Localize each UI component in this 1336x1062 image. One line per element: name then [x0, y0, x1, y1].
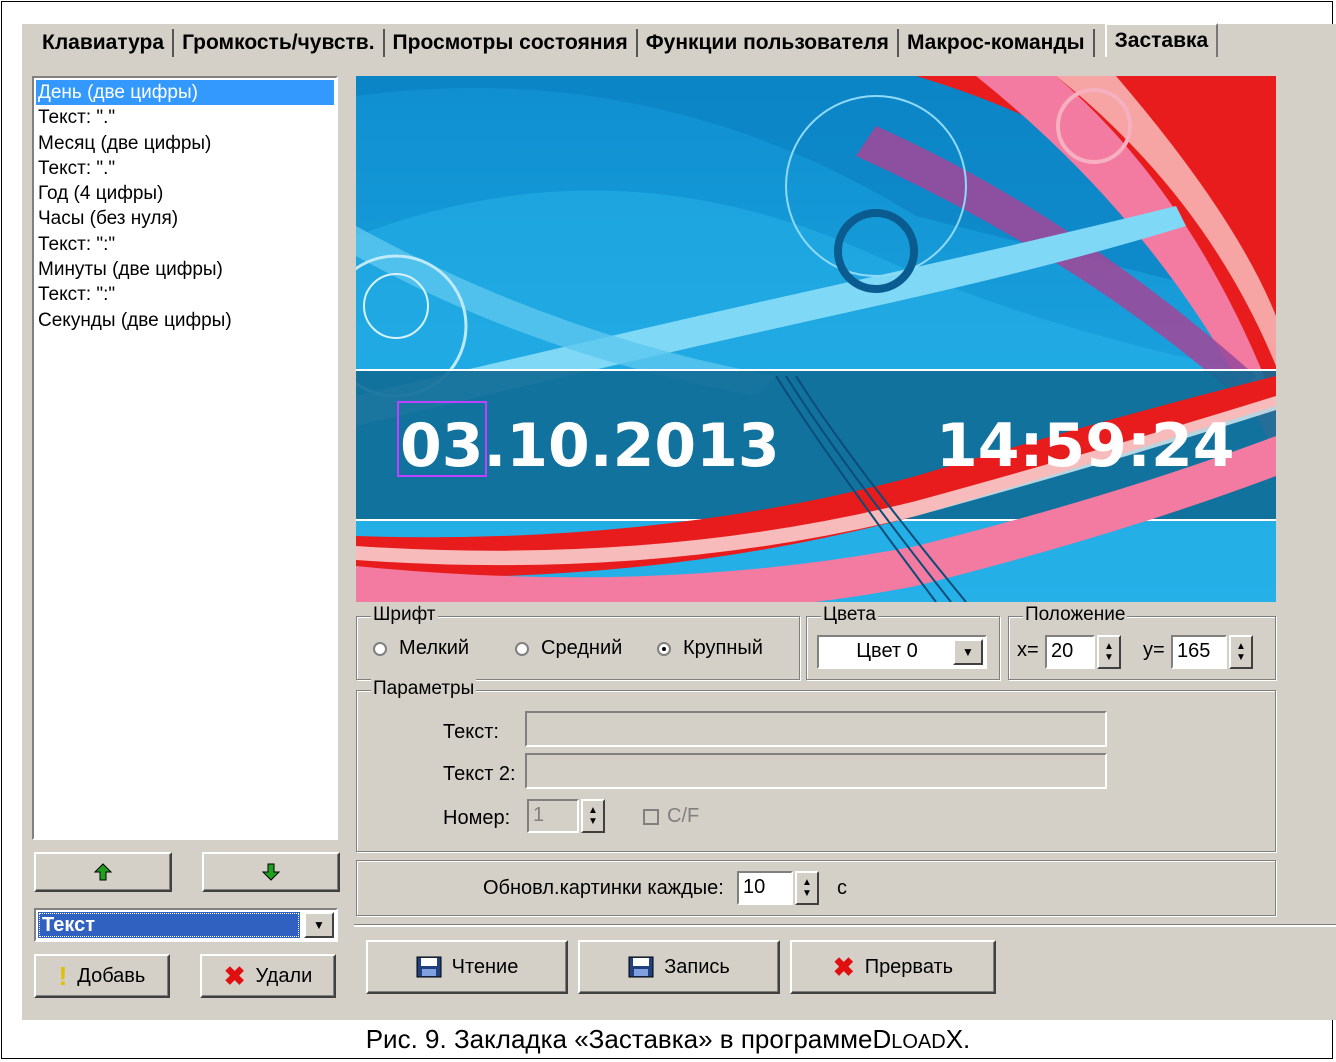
element-type-value: Текст — [38, 912, 300, 938]
delete-button-label: Удали — [255, 964, 313, 987]
caption-d: D — [872, 1024, 892, 1054]
element-type-select[interactable]: Текст ▼ — [34, 908, 338, 942]
preview-date: 03.10.2013 — [400, 411, 780, 481]
number-label: Номер: — [443, 807, 511, 829]
list-item[interactable]: Минуты (две цифры) — [36, 257, 334, 282]
abort-button-label: Прервать — [864, 955, 954, 978]
position-group: Положение x= 20 ▲ ▼ y= 165 ▲ ▼ — [1008, 604, 1276, 680]
number-input[interactable]: 1 — [527, 799, 579, 833]
text2-input[interactable] — [525, 753, 1107, 789]
list-item[interactable]: Часы (без нуля) — [36, 206, 334, 231]
position-group-label: Положение — [1023, 604, 1128, 626]
close-icon: ✖ — [223, 960, 246, 991]
font-small-label: Мелкий — [399, 637, 470, 659]
close-icon: ✖ — [832, 951, 855, 982]
refresh-unit: с — [837, 877, 847, 899]
add-button[interactable]: ! Добавь — [34, 954, 170, 998]
refresh-group: Обновл.картинки каждые: 10 ▲ ▼ с — [356, 860, 1276, 916]
figure-caption: Рис. 9. Закладка «Заставка» в программеD… — [0, 1024, 1336, 1055]
list-item[interactable]: Текст: "." — [36, 105, 334, 130]
list-item[interactable]: Секунды (две цифры) — [36, 308, 334, 333]
arrow-down-icon — [262, 863, 280, 881]
read-button[interactable]: Чтение — [366, 940, 568, 994]
caption-load: LOAD — [891, 1031, 946, 1053]
x-input[interactable]: 20 — [1045, 635, 1095, 669]
text-label: Текст: — [443, 721, 499, 743]
add-button-label: Добавь — [77, 964, 146, 987]
color-group-label: Цвета — [821, 604, 878, 626]
color-group: Цвета Цвет 0 ▼ — [806, 604, 1000, 680]
arrow-up-icon — [94, 863, 112, 881]
dloadx-window: Клавиатура Громкость/чувств. Просмотры с… — [22, 23, 1336, 1020]
tab-bar: Клавиатура Громкость/чувств. Просмотры с… — [34, 23, 1219, 62]
list-item[interactable]: Месяц (две цифры) — [36, 131, 334, 156]
delete-button[interactable]: ✖ Удали — [200, 954, 336, 998]
font-group-label: Шрифт — [371, 604, 438, 626]
chevron-down-icon[interactable]: ▼ — [953, 639, 983, 665]
tab-status-views[interactable]: Просмотры состояния — [385, 29, 638, 57]
number-spinner[interactable]: ▲ ▼ — [581, 799, 605, 833]
move-up-button[interactable] — [34, 852, 172, 892]
move-down-button[interactable] — [202, 852, 340, 892]
refresh-label: Обновл.картинки каждые: — [483, 877, 724, 899]
caption-prefix: Рис. 9. Закладка «Заставка» в программе — [365, 1024, 873, 1054]
write-button[interactable]: Запись — [578, 940, 780, 994]
exclamation-icon: ! — [58, 960, 68, 991]
divider — [354, 924, 1336, 927]
y-label: y= — [1143, 639, 1165, 661]
text2-label: Текст 2: — [443, 763, 516, 785]
radio-dot — [373, 641, 387, 656]
list-item[interactable]: Текст: "." — [36, 156, 334, 181]
tab-volume[interactable]: Громкость/чувств. — [174, 29, 385, 57]
font-medium-radio[interactable]: Средний — [515, 637, 622, 660]
params-group-label: Параметры — [371, 678, 477, 700]
refresh-spinner[interactable]: ▲ ▼ — [795, 871, 819, 905]
font-large-label: Крупный — [683, 637, 763, 659]
disk-icon — [628, 956, 654, 978]
cf-checkbox[interactable] — [643, 809, 659, 825]
refresh-input[interactable]: 10 — [737, 871, 793, 905]
radio-dot — [657, 641, 671, 656]
list-item[interactable]: Год (4 цифры) — [36, 181, 334, 206]
list-item[interactable]: Текст: ":" — [36, 232, 334, 257]
y-spinner[interactable]: ▲ ▼ — [1229, 635, 1253, 669]
tab-screensaver[interactable]: Заставка — [1104, 23, 1219, 57]
read-button-label: Чтение — [451, 955, 519, 978]
font-large-radio[interactable]: Крупный — [657, 637, 763, 660]
text-input[interactable] — [525, 711, 1107, 747]
cf-label: C/F — [667, 805, 700, 827]
preview-time: 14:59:24 — [936, 411, 1234, 481]
x-spinner[interactable]: ▲ ▼ — [1097, 635, 1121, 669]
preview-image: 03.10.2013 14:59:24 — [356, 76, 1276, 602]
color-select[interactable]: Цвет 0 ▼ — [817, 635, 987, 669]
caption-x: X. — [945, 1024, 971, 1054]
tab-user-functions[interactable]: Функции пользователя — [638, 29, 899, 57]
chevron-down-icon[interactable]: ▼ — [304, 912, 334, 938]
elements-list[interactable]: День (две цифры) Текст: "." Месяц (две ц… — [32, 76, 338, 840]
y-input[interactable]: 165 — [1171, 635, 1227, 669]
list-item[interactable]: День (две цифры) — [36, 80, 334, 106]
font-small-radio[interactable]: Мелкий — [373, 637, 469, 660]
screensaver-preview[interactable]: 03.10.2013 14:59:24 — [356, 76, 1276, 602]
font-group: Шрифт Мелкий Средний Крупный — [356, 604, 800, 680]
tab-macros[interactable]: Макрос-команды — [899, 29, 1095, 57]
font-medium-label: Средний — [541, 637, 623, 659]
radio-dot — [515, 641, 529, 656]
abort-button[interactable]: ✖ Прервать — [790, 940, 996, 994]
list-item[interactable]: Текст: ":" — [36, 282, 334, 307]
tab-keypad[interactable]: Клавиатура — [34, 29, 175, 57]
x-label: x= — [1017, 639, 1039, 661]
disk-icon — [416, 956, 442, 978]
write-button-label: Запись — [664, 955, 730, 978]
params-group: Параметры Текст: Текст 2: Номер: 1 ▲ ▼ C/… — [356, 678, 1276, 852]
color-value: Цвет 0 — [856, 640, 918, 662]
